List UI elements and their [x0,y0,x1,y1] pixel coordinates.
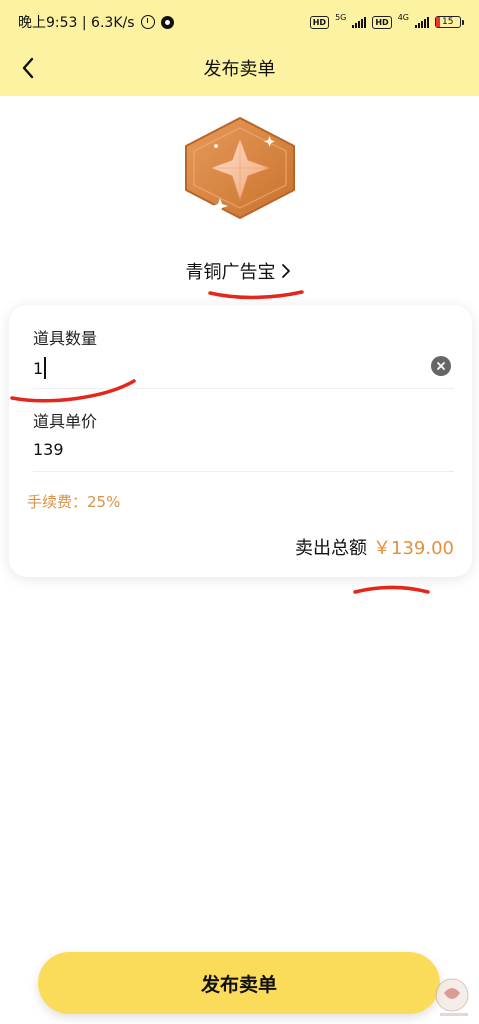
hd-badge-2: HD [372,15,392,29]
price-value: 139 [33,440,64,459]
underline-item-name [208,290,304,300]
status-time: 晚上9:53 | 6.3K/s [18,15,135,31]
text-cursor [44,357,46,379]
item-name-link[interactable]: 青铜广告宝 [0,258,479,284]
status-right: HD 5G HD 4G 15 [309,12,464,29]
publish-sell-order-page: 晚上9:53 | 6.3K/s HD 5G HD 4G 15 发布卖单 青铜广告… [0,0,479,1024]
bronze-star-hexagon-icon [182,116,298,220]
total-row: 卖出总额 ￥139.00 [295,534,454,560]
status-bar: 晚上9:53 | 6.3K/s HD 5G HD 4G 15 [0,0,479,44]
sell-form-card: 道具数量 1 道具单价 139 手续费：25% 卖出总额 ￥139.00 [9,305,472,577]
clear-quantity-button[interactable] [431,356,451,376]
publish-sell-order-button[interactable]: 发布卖单 [38,952,440,1014]
divider [33,471,454,472]
total-label: 卖出总额 [295,538,368,559]
chevron-right-icon [281,264,290,278]
battery-level [436,17,440,27]
camera-icon [160,15,174,29]
status-left: 晚上9:53 | 6.3K/s [18,12,174,32]
battery-icon: 15 [435,16,464,28]
total-amount: ￥139.00 [373,538,454,559]
signal-icon [352,16,367,28]
underline-total [353,585,430,594]
quantity-input[interactable]: 1 [33,355,46,381]
sim1-network: 5G [335,12,347,22]
battery-percent: 15 [442,17,454,27]
sim2-network: 4G [397,12,409,22]
hd-badge-1: HD [309,15,330,29]
fee-text: 手续费：25% [27,493,121,511]
watermark-logo-icon [435,978,469,1016]
close-icon [437,362,445,370]
price-label: 道具单价 [33,412,98,431]
page-title: 发布卖单 [203,59,276,80]
signal-icon [415,16,429,28]
quantity-label: 道具数量 [33,329,98,348]
back-button[interactable] [14,54,42,82]
nav-bar: 发布卖单 [0,44,479,92]
quantity-value: 1 [33,358,44,378]
chevron-left-icon [22,57,34,79]
alarm-icon [140,15,155,29]
divider [33,388,454,389]
item-name: 青铜广告宝 [185,262,276,283]
